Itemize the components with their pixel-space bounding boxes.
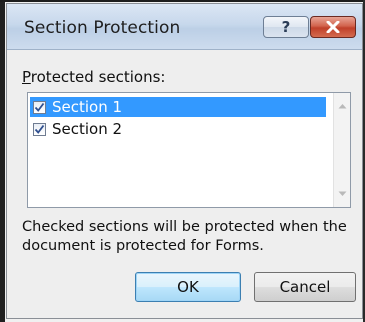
title-bar[interactable]: Section Protection ? xyxy=(7,4,362,50)
window-edge-top xyxy=(0,0,365,2)
checkmark-icon xyxy=(34,124,45,134)
ok-button-label: OK xyxy=(177,278,199,296)
cancel-button[interactable]: Cancel xyxy=(254,272,356,302)
scroll-down-arrow-icon[interactable] xyxy=(336,187,349,200)
close-icon xyxy=(326,21,340,33)
vertical-scrollbar[interactable] xyxy=(333,93,350,207)
dialog-title: Section Protection xyxy=(24,18,181,38)
section-protection-dialog: Section Protection ? Protected sections:… xyxy=(6,3,363,319)
checkmark-icon xyxy=(34,102,45,112)
ok-button[interactable]: OK xyxy=(135,272,241,302)
section-1-label: Section 1 xyxy=(52,98,123,116)
window-edge-left xyxy=(0,0,5,322)
screenshot: Section Protection ? Protected sections:… xyxy=(0,0,365,322)
section-2-checkbox[interactable] xyxy=(33,122,46,136)
help-button[interactable]: ? xyxy=(263,16,309,38)
protected-sections-label: Protected sections: xyxy=(22,68,166,86)
section-1-checkbox[interactable] xyxy=(33,100,46,114)
section-2-label: Section 2 xyxy=(52,120,123,138)
sections-listbox[interactable]: Section 1 Section 2 xyxy=(27,92,351,208)
list-item-section-2[interactable]: Section 2 xyxy=(30,119,326,139)
list-item-section-1[interactable]: Section 1 xyxy=(30,97,326,117)
description-text: Checked sections will be protected when … xyxy=(22,219,347,254)
close-button[interactable] xyxy=(310,16,356,38)
help-icon: ? xyxy=(281,18,291,36)
scroll-up-arrow-icon[interactable] xyxy=(336,99,349,112)
cancel-button-label: Cancel xyxy=(279,278,331,296)
